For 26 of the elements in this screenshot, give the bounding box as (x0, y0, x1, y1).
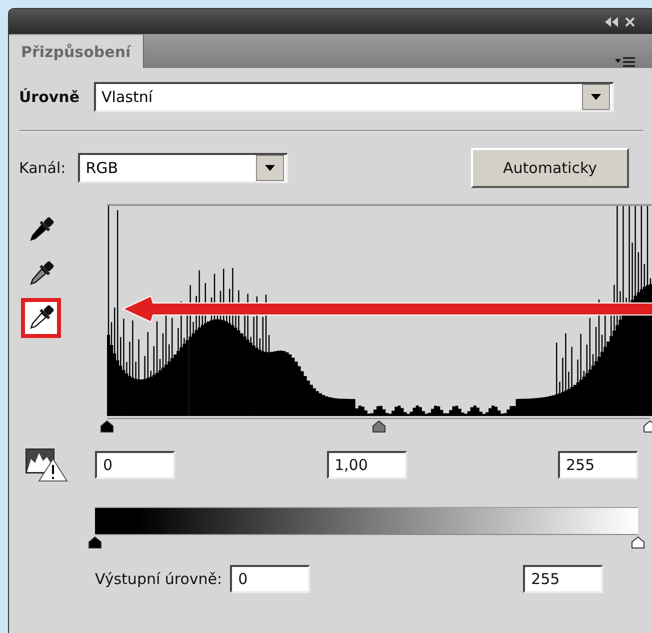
slider-thumb[interactable] (88, 536, 102, 549)
eyedropper-icon (27, 304, 55, 332)
caret-icon (264, 165, 275, 171)
slider-thumb[interactable] (372, 420, 386, 433)
input-level-field[interactable]: 255 (558, 451, 638, 479)
input-level-field[interactable]: 1,00 (326, 451, 406, 479)
auto-button[interactable]: Automaticky (471, 148, 629, 188)
input-level-field[interactable]: 0 (95, 451, 175, 479)
caret-icon (590, 94, 601, 100)
slider-thumb[interactable] (100, 420, 114, 433)
collapse-icon[interactable] (605, 16, 619, 26)
channel-label: Kanál: (19, 159, 66, 177)
channel-dropdown[interactable]: RGB (78, 153, 288, 183)
eyedropper-icon (27, 216, 55, 244)
eyedropper-tool[interactable] (21, 298, 61, 338)
close-icon[interactable] (625, 16, 635, 26)
eyedropper-icon (27, 260, 55, 288)
panel-tab[interactable]: Přizpůsobení (9, 35, 144, 68)
output-level-field[interactable]: 0 (230, 565, 310, 593)
clipping-warning-icon[interactable] (25, 447, 69, 483)
menu-icon[interactable] (615, 56, 635, 68)
slider-thumb[interactable] (631, 536, 645, 549)
output-levels-label: Výstupní úrovně: (95, 570, 222, 588)
output-level-field[interactable]: 255 (523, 565, 604, 593)
preset-label: Úrovně (19, 88, 80, 106)
preset-dropdown[interactable]: Vlastní (94, 82, 614, 112)
